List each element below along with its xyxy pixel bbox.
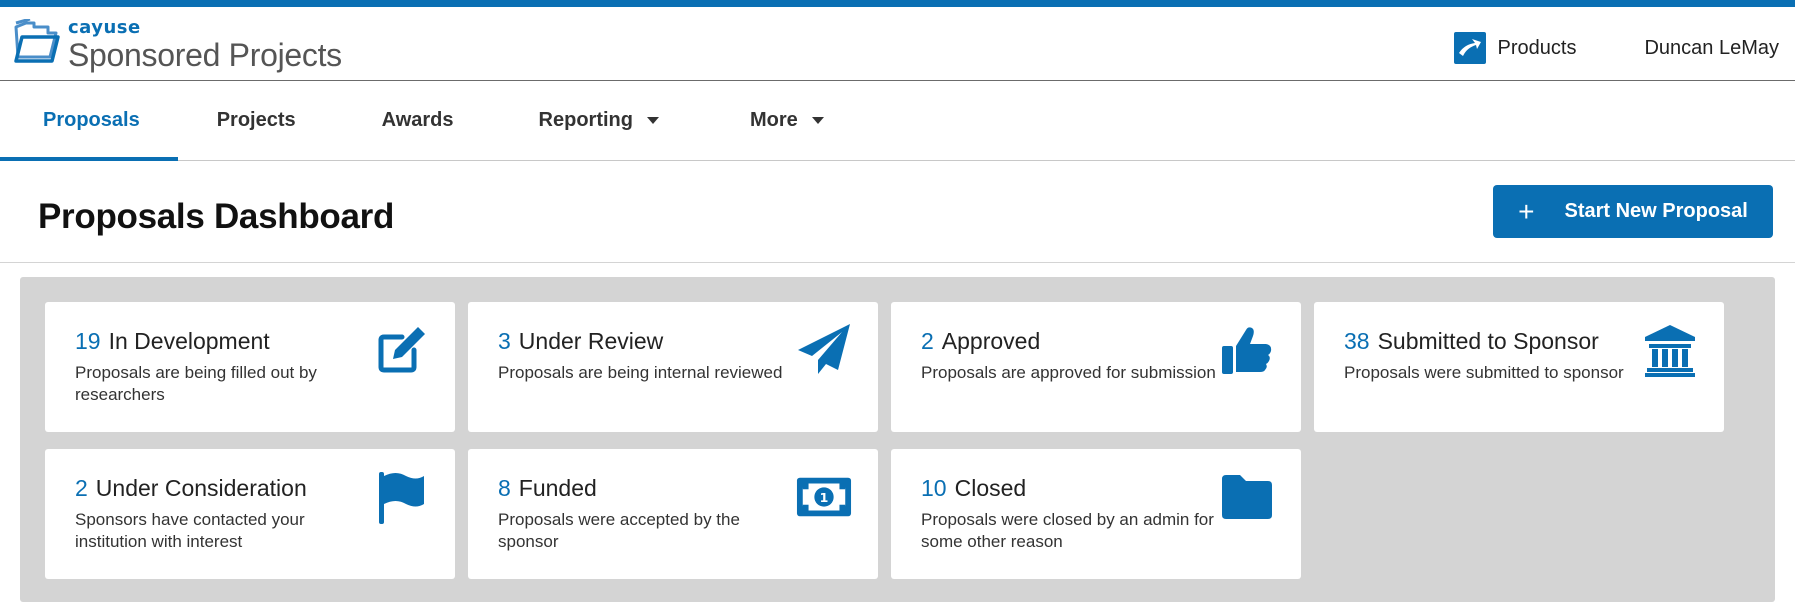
card-count: 8	[498, 475, 511, 501]
products-label: Products	[1497, 36, 1577, 59]
start-new-proposal-button[interactable]: + Start New Proposal	[1493, 185, 1773, 238]
chevron-down-icon	[811, 117, 824, 124]
edit-icon	[373, 322, 429, 378]
status-card-under-review[interactable]: 3 Under Review Proposals are being intern…	[468, 302, 878, 432]
card-description: Sponsors have contacted your institution…	[75, 510, 305, 551]
card-count: 19	[75, 328, 101, 354]
card-description: Proposals are approved for submission	[921, 363, 1216, 382]
institution-icon	[1642, 322, 1698, 378]
status-card-under-consideration[interactable]: 2 Under Consideration Sponsors have conta…	[45, 449, 455, 579]
flag-icon	[373, 469, 429, 525]
card-count: 10	[921, 475, 947, 501]
card-description: Proposals are being filled out by resear…	[75, 363, 317, 404]
tab-proposals[interactable]: Proposals	[0, 81, 178, 161]
card-count: 2	[921, 328, 934, 354]
page-title: Proposals Dashboard	[38, 197, 395, 236]
top-accent-bar	[0, 0, 1795, 7]
status-card-funded[interactable]: 8 Funded Proposals were accepted by the s…	[468, 449, 878, 579]
card-title: Submitted to Sponsor	[1377, 328, 1599, 354]
card-description: Proposals were closed by an admin for so…	[921, 510, 1214, 551]
products-icon	[1453, 32, 1486, 64]
card-title: Under Review	[518, 328, 664, 354]
status-card-closed[interactable]: 10 Closed Proposals were closed by an adm…	[891, 449, 1301, 579]
thumbs-up-icon	[1219, 322, 1275, 378]
money-bill-icon: 1	[796, 469, 852, 525]
paper-plane-icon	[796, 322, 852, 378]
card-count: 38	[1344, 328, 1370, 354]
status-card-submitted-to-sponsor[interactable]: 38 Submitted to Sponsor Proposals were su…	[1314, 302, 1724, 432]
dashboard-board: 19 In Development Proposals are being fil…	[20, 277, 1775, 602]
folder-icon	[1219, 469, 1275, 525]
products-menu[interactable]: Products	[1453, 32, 1577, 64]
card-description: Proposals were submitted to sponsor	[1344, 363, 1624, 382]
tab-more[interactable]: More	[697, 81, 862, 160]
card-description: Proposals were accepted by the sponsor	[498, 510, 740, 551]
tab-reporting[interactable]: Reporting	[492, 81, 697, 160]
status-card-approved[interactable]: 2 Approved Proposals are approved for sub…	[891, 302, 1301, 432]
tab-projects[interactable]: Projects	[178, 81, 334, 160]
card-title: Funded	[518, 475, 597, 501]
main-nav: Proposals Projects Awards Reporting More	[0, 81, 1795, 161]
status-card-in-development[interactable]: 19 In Development Proposals are being fil…	[45, 302, 455, 432]
card-title: Approved	[941, 328, 1041, 354]
svg-text:1: 1	[820, 490, 829, 505]
brand-name: Sponsored Projects	[68, 37, 342, 73]
cayuse-logo-icon	[14, 19, 60, 63]
brand-small: cayuse	[68, 17, 141, 38]
card-count: 2	[75, 475, 88, 501]
card-title: In Development	[108, 328, 270, 354]
card-title: Closed	[954, 475, 1027, 501]
page-header: Proposals Dashboard + Start New Proposal	[0, 161, 1795, 263]
card-description: Proposals are being internal reviewed	[498, 363, 783, 382]
app-header: cayuse Sponsored Projects Products Dunca…	[0, 7, 1795, 81]
card-count: 3	[498, 328, 511, 354]
user-menu[interactable]: Duncan LeMay	[1644, 37, 1779, 60]
plus-icon: +	[1518, 195, 1535, 227]
chevron-down-icon	[646, 117, 659, 124]
app-logo[interactable]: cayuse Sponsored Projects	[14, 19, 342, 71]
tab-awards[interactable]: Awards	[334, 81, 492, 160]
card-title: Under Consideration	[95, 475, 307, 501]
